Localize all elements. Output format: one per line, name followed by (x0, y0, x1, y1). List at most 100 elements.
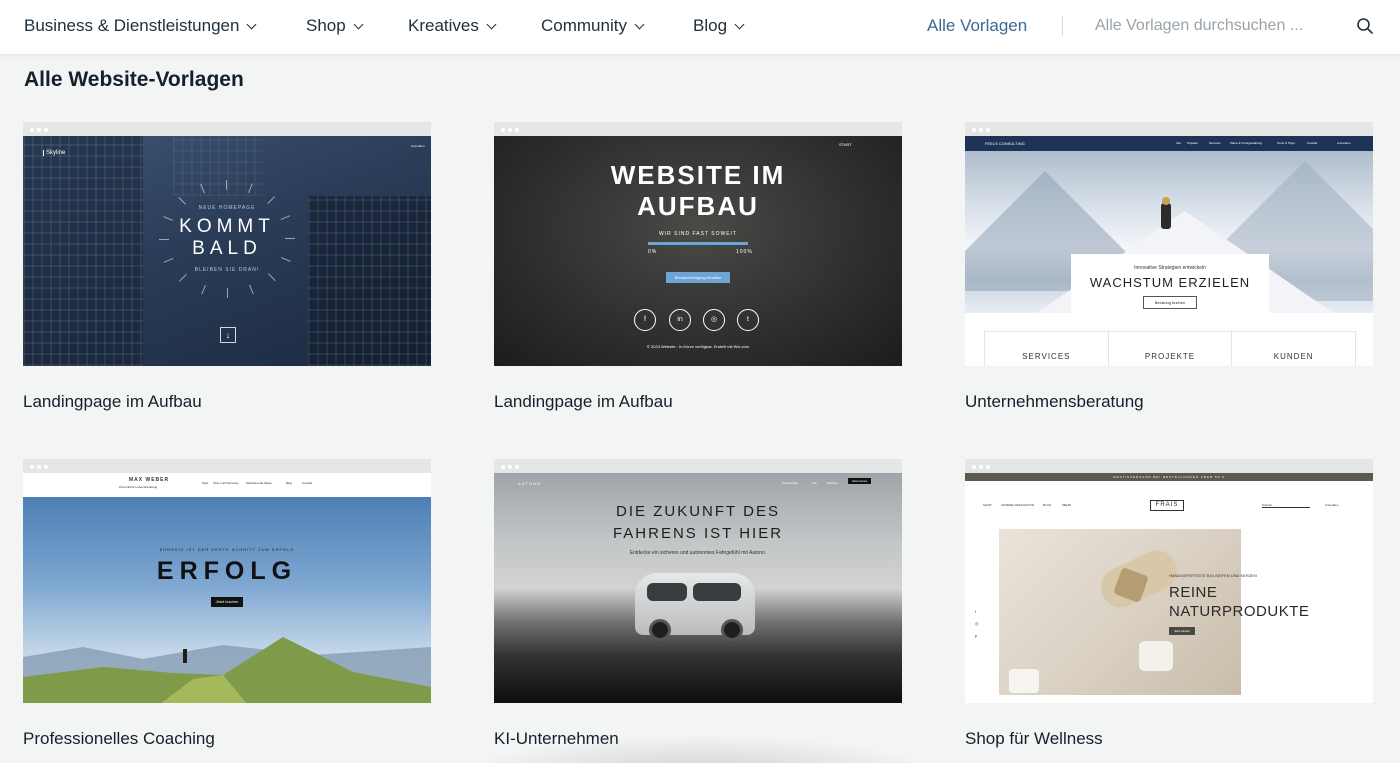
template-label: Professionelles Coaching (23, 729, 215, 748)
nav-item-label: Kreatives (408, 16, 479, 35)
preview-menu-item: Technologie (782, 481, 799, 485)
preview-kicker: HANDGEFERTIGTE BIO-SEIFEN UND KERZEN (1169, 573, 1257, 578)
preview-headline-2: NATURPRODUKTE (1169, 603, 1310, 620)
template-preview[interactable]: AUTONO Technologie Info Karriere Abonnie… (494, 473, 902, 703)
preview-kicker: NEUE HOMEPAGE (198, 205, 256, 211)
preview-nav: START (839, 142, 852, 147)
nav-item-community[interactable]: Community (541, 16, 645, 36)
preview-sub: Entdecke ein sicheres und autonomes Fahr… (629, 550, 767, 556)
template-label: Landingpage im Aufbau (494, 392, 673, 411)
window-dots (501, 465, 519, 469)
preview-headline-2: FAHRENS IST HIER (612, 525, 784, 542)
linkedin-icon: in (669, 309, 691, 331)
template-card[interactable]: GRATISVERSAND BEI BESTELLUNGEN ÜBER 50 €… (965, 459, 1373, 759)
preview-button: Jetzt buchen (211, 597, 243, 607)
preview-menu-item: Karriere (827, 481, 838, 485)
decorative-ray (178, 197, 186, 205)
decorative-ray (267, 196, 276, 205)
template-card[interactable]: AUTONO Technologie Info Karriere Abonnie… (494, 459, 902, 759)
preview-headline-1: DIE ZUKUNFT DES (616, 503, 780, 520)
preview-menu-item: Pläne & Preisgestaltung (1230, 141, 1263, 145)
nav-item-shop[interactable]: Shop (306, 16, 364, 36)
page-title: Alle Website-Vorlagen (24, 68, 244, 91)
preview-button: Jetzt kaufen (1169, 627, 1196, 635)
progress-bar (648, 242, 748, 245)
nav-item-blog[interactable]: Blog (693, 16, 745, 36)
template-preview[interactable]: Skyline Anmelden NEUE HOMEPAGE KOMMT BAL… (23, 136, 431, 366)
decorative-ray (159, 239, 169, 240)
preview-menu-item: Blog (286, 481, 293, 485)
preview-headline-1: REINE (1169, 584, 1218, 601)
template-preview[interactable]: GRATISVERSAND BEI BESTELLUNGEN ÜBER 50 €… (965, 473, 1373, 703)
browser-frame: MAX WEBER Persönliche Lebensberatung Sta… (23, 459, 431, 703)
preview-button: Beratung buchen (1143, 296, 1197, 309)
browser-frame: GRATISVERSAND BEI BESTELLUNGEN ÜBER 50 €… (965, 459, 1373, 703)
preview-car-image (635, 573, 755, 641)
top-nav: Business & Dienstleistungen Shop Kreativ… (0, 0, 1400, 54)
template-card[interactable]: MAX WEBER Persönliche Lebensberatung Sta… (23, 459, 431, 759)
template-card[interactable]: FEELS CONSULTING Info Projekte Services … (965, 122, 1373, 422)
window-dots (30, 128, 48, 132)
preview-menu-item: Info (1176, 141, 1182, 145)
preview-tile: KUNDEN (1273, 352, 1314, 361)
pinterest-icon: p (975, 633, 978, 638)
preview-logo: FRAIS (1150, 500, 1184, 511)
preview-menu-item: Start (202, 481, 209, 485)
preview-hero-box: Innovative Strategien entwickeln WACHSTU… (1071, 254, 1269, 316)
decorative-ray (249, 284, 254, 294)
preview-menu-item: Kontakt (1307, 141, 1318, 145)
window-dots (30, 465, 48, 469)
window-dots (972, 128, 990, 132)
preview-login: Anmelden (1337, 141, 1351, 145)
preview-sub: WIR SIND FAST SOWEIT (659, 231, 737, 237)
template-preview[interactable]: FEELS CONSULTING Info Projekte Services … (965, 136, 1373, 366)
preview-header: FEELS CONSULTING Info Projekte Services … (965, 136, 1373, 151)
preview-search: Suchen ... (1262, 503, 1310, 508)
template-label: Landingpage im Aufbau (23, 392, 202, 411)
preview-menu-item: Info (812, 481, 818, 485)
preview-menu-item: MEHR (1062, 503, 1071, 507)
preview-headline-1: KOMMT (179, 216, 275, 237)
facebook-icon: f (975, 609, 977, 614)
decorative-ray (268, 273, 276, 281)
scroll-shadow (460, 735, 940, 763)
nav-item-kreatives[interactable]: Kreatives (408, 16, 497, 36)
search-icon[interactable] (1356, 17, 1374, 35)
preview-kicker: EHRGEIZ IST DER ERSTE SCHRITT ZUM ERFOLG (159, 547, 295, 552)
nav-item-label: Business & Dienstleistungen (24, 16, 240, 35)
window-dots (501, 128, 519, 132)
instagram-icon: ◎ (975, 621, 979, 626)
template-preview[interactable]: START WEBSITE IM AUFBAU WIR SIND FAST SO… (494, 136, 902, 366)
preview-menu-item: UNSERE GESCHICHTE (1001, 503, 1035, 507)
preview-login: Anmelden (1325, 503, 1339, 507)
facebook-icon: f (634, 309, 656, 331)
preview-menu-item: Tools & Tipps (1277, 141, 1295, 145)
template-card[interactable]: START WEBSITE IM AUFBAU WIR SIND FAST SO… (494, 122, 902, 422)
preview-headline: ERFOLG (156, 557, 298, 585)
preview-headline: REINE NATURPRODUKTE (1169, 583, 1309, 621)
chevron-down-icon (634, 19, 645, 29)
template-card[interactable]: Skyline Anmelden NEUE HOMEPAGE KOMMT BAL… (23, 122, 431, 422)
preview-brand-sub: Persönliche Lebensberatung (119, 485, 158, 489)
nav-item-label: Blog (693, 16, 728, 35)
decorative-ray (178, 273, 187, 282)
preview-menu-item: Motivierende Zitate (246, 481, 272, 485)
preview-menu-item: Über mich (213, 481, 227, 485)
preview-brand: MAX WEBER (129, 477, 170, 483)
preview-menu-item: Services (1209, 141, 1221, 145)
preview-tile: PROJEKTE (1109, 332, 1233, 366)
all-templates-link[interactable]: Alle Vorlagen (927, 16, 1027, 36)
preview-headline-2: BALD (192, 238, 262, 259)
search-input[interactable] (1095, 13, 1335, 39)
template-label: Shop für Wellness (965, 729, 1103, 748)
template-label: Unternehmensberatung (965, 392, 1144, 411)
preview-menu-item: BLOG (1043, 503, 1052, 507)
chevron-down-icon (734, 19, 745, 29)
twitter-icon: t (737, 309, 759, 331)
nav-divider (1062, 16, 1063, 36)
template-preview[interactable]: MAX WEBER Persönliche Lebensberatung Sta… (23, 473, 431, 703)
preview-banner: GRATISVERSAND BEI BESTELLUNGEN ÜBER 50 € (965, 473, 1373, 481)
nav-item-business[interactable]: Business & Dienstleistungen (24, 16, 257, 36)
preview-headline-1: WEBSITE IM (610, 160, 786, 190)
browser-frame: AUTONO Technologie Info Karriere Abonnie… (494, 459, 902, 703)
